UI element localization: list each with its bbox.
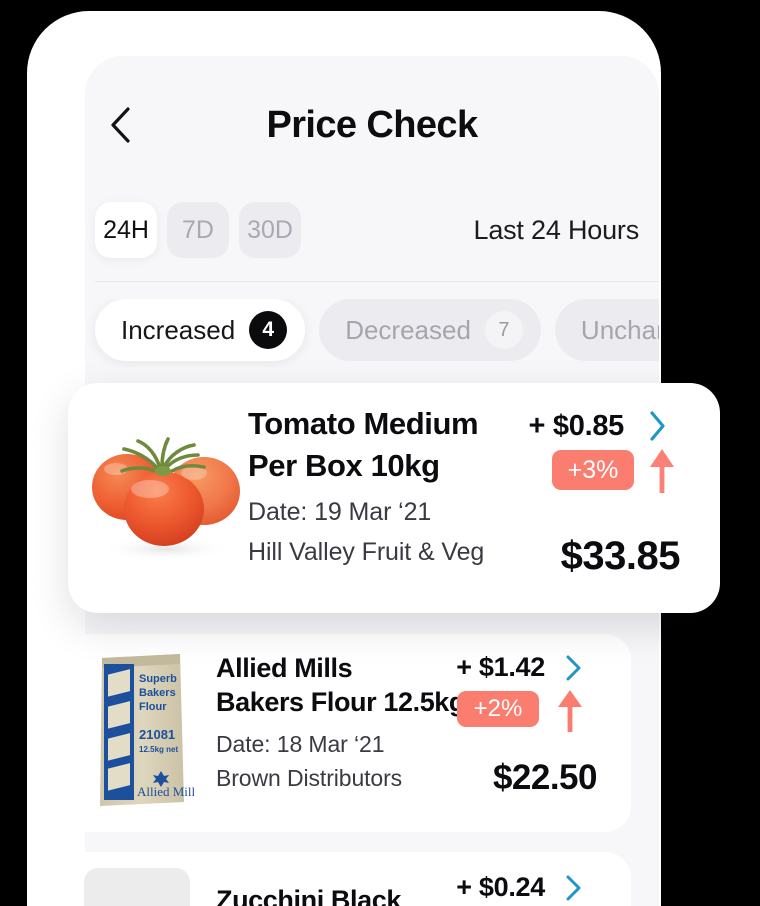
product-price: $22.50 (492, 758, 598, 797)
section-divider (95, 281, 659, 282)
range-pill-7d[interactable]: 7D (167, 202, 229, 258)
range-pill-30d-label: 30D (247, 215, 293, 244)
navigation-bar: Price Check (85, 56, 659, 174)
range-pill-24h-label: 24H (103, 215, 149, 244)
time-range-pills: 24H 7D 30D (95, 202, 301, 258)
chevron-right-icon[interactable] (565, 874, 583, 906)
filter-chip-increased-count: 4 (249, 311, 288, 349)
filter-chip-decreased[interactable]: Decreased 7 (319, 299, 541, 361)
filter-chip-increased[interactable]: Increased 4 (95, 299, 306, 361)
product-card-tomato-featured[interactable]: Tomato Medium Per Box 10kg Date: 19 Mar … (68, 383, 720, 613)
product-percent-badge: +3% (552, 450, 634, 490)
product-price-delta: + $1.42 (456, 652, 545, 682)
product-title-line1: Tomato Medium (248, 406, 479, 441)
svg-text:12.5kg net: 12.5kg net (139, 745, 178, 754)
flour-bag-image: Superb Bakers Flour 21081 12.5kg net All… (88, 650, 194, 814)
time-range-row: 24H 7D 30D Last 24 Hours (85, 197, 659, 281)
svg-text:Flour: Flour (139, 701, 167, 713)
filter-chip-increased-label: Increased (121, 314, 236, 345)
filter-chip-decreased-count: 7 (484, 311, 523, 349)
chevron-right-icon[interactable] (648, 410, 668, 447)
range-pill-7d-label: 7D (182, 215, 214, 244)
product-title-line1: Allied Mills (216, 653, 353, 683)
current-range-label: Last 24 Hours (473, 215, 640, 245)
product-date: Date: 18 Mar ‘21 (216, 731, 385, 757)
product-title-line2: Bakers Flour 12.5kg (216, 687, 466, 717)
flour-bag-artwork: Superb Bakers Flour 21081 12.5kg net All… (88, 650, 194, 814)
product-price-delta: + $0.85 (528, 410, 625, 442)
filter-chips-row[interactable]: Increased 4 Decreased 7 Unchanged (85, 299, 659, 367)
filter-chip-decreased-label: Decreased (345, 314, 471, 345)
product-title-line2: Per Box 10kg (248, 448, 440, 483)
tomatoes-image (86, 421, 246, 571)
trend-up-arrow-icon (646, 447, 678, 500)
trend-up-arrow-icon (555, 688, 585, 739)
product-date: Date: 19 Mar ‘21 (248, 498, 432, 526)
chevron-right-icon[interactable] (565, 654, 583, 687)
filter-chip-unchanged-label: Unchanged (580, 314, 659, 345)
range-pill-24h[interactable]: 24H (95, 202, 157, 258)
svg-text:Allied Mills: Allied Mills (137, 784, 194, 799)
product-title-line1: Zucchini Black (216, 885, 401, 906)
placeholder-image (84, 868, 190, 906)
product-percent-badge: +2% (457, 691, 539, 727)
tomatoes-artwork (86, 421, 246, 571)
product-supplier: Brown Distributors (216, 765, 403, 791)
svg-text:21081: 21081 (139, 727, 175, 742)
page-title: Price Check (266, 104, 479, 146)
filter-chip-unchanged[interactable]: Unchanged (554, 299, 659, 361)
product-card-zucchini[interactable]: Zucchini Black + $0.24 (56, 852, 631, 906)
product-price: $33.85 (560, 534, 681, 578)
product-price-delta: + $0.24 (456, 872, 545, 902)
product-card-allied-mills[interactable]: Superb Bakers Flour 21081 12.5kg net All… (56, 634, 631, 832)
range-pill-30d[interactable]: 30D (239, 202, 301, 258)
svg-text:Superb: Superb (139, 673, 177, 685)
product-supplier: Hill Valley Fruit & Veg (248, 538, 485, 566)
screenshot-stage: Price Check 24H 7D 30D Last 24 Hours Inc… (0, 0, 760, 906)
svg-text:Bakers: Bakers (139, 687, 176, 699)
